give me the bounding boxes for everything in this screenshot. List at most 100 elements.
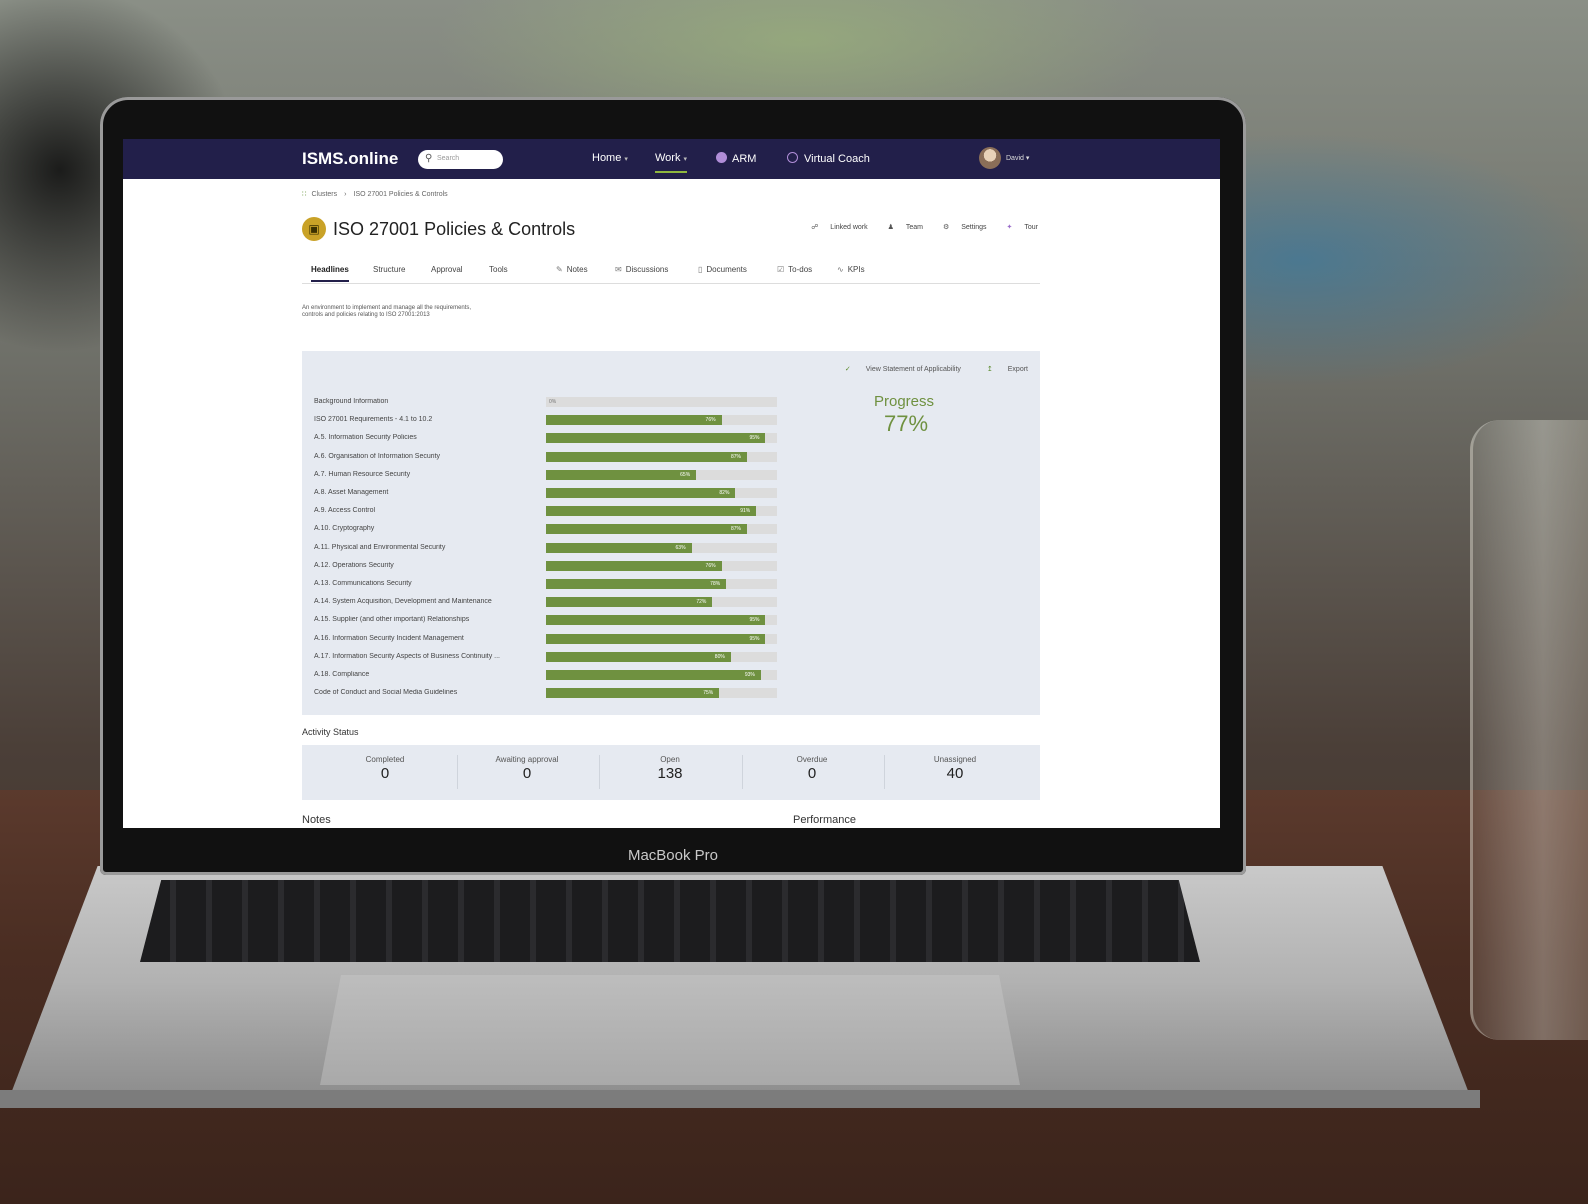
tour-link[interactable]: ✦ Tour bbox=[998, 224, 1039, 231]
progress-bar-track: 82% bbox=[546, 488, 777, 498]
linked-work-label: Linked work bbox=[830, 224, 868, 231]
notes-heading: Notes bbox=[302, 814, 331, 826]
stat-value: 138 bbox=[657, 765, 683, 782]
progress-bar-value: 80% bbox=[714, 653, 725, 660]
stat-label: Completed bbox=[365, 755, 405, 764]
export-icon: ↥ bbox=[986, 366, 993, 373]
stat-overdue[interactable]: Overdue 0 bbox=[741, 755, 883, 782]
progress-bar-track: 93% bbox=[546, 670, 777, 680]
user-menu[interactable]: David ▾ bbox=[1006, 154, 1029, 162]
stat-value: 40 bbox=[946, 765, 964, 782]
progress-bar-track: 78% bbox=[546, 579, 777, 589]
progress-row-label[interactable]: A.6. Organisation of Information Securit… bbox=[314, 453, 542, 460]
search-input[interactable]: ⚲ Search bbox=[418, 150, 503, 169]
progress-bar-fill bbox=[546, 415, 722, 426]
progress-bar-value: 76% bbox=[705, 562, 716, 569]
app-screen: ISMS.online ⚲ Search Home ▾ Work ▾ ARM Vir… bbox=[123, 139, 1220, 828]
export-link[interactable]: ↥ Export bbox=[975, 366, 1028, 373]
progress-bar-value: 65% bbox=[680, 471, 691, 478]
breadcrumb-separator: › bbox=[344, 191, 347, 198]
progress-bar-value: 91% bbox=[740, 508, 751, 515]
laptop-front-edge bbox=[0, 1090, 1480, 1108]
progress-bar-track: 95% bbox=[546, 633, 777, 644]
tab-todos-label: To-dos bbox=[788, 265, 813, 274]
tab-notes[interactable]: ✎ Notes bbox=[556, 265, 588, 274]
panel-links: ✓ View Statement of Applicability ↥ Export bbox=[821, 365, 1028, 373]
page-title: ISO 27001 Policies & Controls bbox=[333, 219, 576, 239]
nav-arm[interactable]: ARM bbox=[716, 152, 756, 165]
stat-open[interactable]: Open 138 bbox=[599, 755, 741, 782]
tab-headlines[interactable]: Headlines bbox=[311, 265, 349, 282]
progress-row-label[interactable]: ISO 27001 Requirements - 4.1 to 10.2 bbox=[314, 416, 542, 423]
progress-row-label[interactable]: A.17. Information Security Aspects of Bu… bbox=[314, 653, 542, 660]
stat-label: Open bbox=[660, 755, 680, 764]
linked-work-link[interactable]: ☍ Linked work bbox=[802, 224, 867, 231]
view-soa-link[interactable]: ✓ View Statement of Applicability bbox=[833, 366, 961, 373]
progress-row-label[interactable]: Background Information bbox=[314, 398, 542, 405]
nav-home[interactable]: Home ▾ bbox=[592, 152, 628, 164]
tab-structure[interactable]: Structure bbox=[373, 265, 405, 274]
performance-heading: Performance bbox=[793, 814, 856, 826]
progress-panel: ✓ View Statement of Applicability ↥ Export… bbox=[302, 351, 1040, 715]
tab-documents[interactable]: ▯ Documents bbox=[698, 265, 747, 274]
tab-bar: Headlines Structure Approval Tools ✎ Note… bbox=[302, 259, 1040, 284]
progress-bar-fill bbox=[546, 597, 713, 608]
progress-bar-fill bbox=[546, 524, 747, 535]
team-label: Team bbox=[905, 224, 924, 231]
checklist-icon: ☑ bbox=[777, 265, 785, 274]
app-logo[interactable]: ISMS.online bbox=[302, 149, 398, 169]
progress-row-label[interactable]: A.16. Information Security Incident Mana… bbox=[314, 635, 542, 642]
nav-work-label: Work bbox=[655, 152, 681, 164]
team-link[interactable]: ♟ Team bbox=[879, 224, 923, 231]
tab-kpis[interactable]: ∿ KPIs bbox=[837, 265, 865, 274]
progress-bar-track: 91% bbox=[546, 506, 777, 517]
progress-bar-track: 63% bbox=[546, 542, 777, 553]
chart-icon: ∿ bbox=[837, 265, 844, 274]
search-placeholder: Search bbox=[437, 155, 460, 162]
stat-completed[interactable]: Completed 0 bbox=[314, 755, 456, 782]
progress-bar-fill bbox=[546, 670, 761, 680]
progress-bar-value: 95% bbox=[749, 635, 760, 642]
tab-discussions[interactable]: ✉ Discussions bbox=[615, 265, 668, 274]
stat-unassigned[interactable]: Unassigned 40 bbox=[884, 755, 1026, 782]
breadcrumb: ∷ Clusters › ISO 27001 Policies & Controls bbox=[302, 190, 448, 198]
progress-bar-track: 0% bbox=[546, 397, 777, 407]
progress-bar-value: 87% bbox=[730, 526, 741, 533]
progress-row-label[interactable]: A.12. Operations Security bbox=[314, 562, 542, 569]
progress-bar-value: 82% bbox=[719, 490, 730, 496]
progress-row-label[interactable]: A.13. Communications Security bbox=[314, 580, 542, 587]
stat-label: Overdue bbox=[796, 755, 828, 764]
stat-label: Unassigned bbox=[933, 755, 977, 764]
tab-todos[interactable]: ☑ To-dos bbox=[777, 265, 812, 274]
tab-tools[interactable]: Tools bbox=[489, 265, 508, 274]
breadcrumb-root[interactable]: Clusters bbox=[311, 191, 337, 198]
progress-row-label[interactable]: A.5. Information Security Policies bbox=[314, 434, 542, 441]
progress-row-label[interactable]: A.8. Asset Management bbox=[314, 489, 542, 496]
progress-row-label[interactable]: A.11. Physical and Environmental Securit… bbox=[314, 544, 542, 551]
progress-row-label[interactable]: A.10. Cryptography bbox=[314, 525, 542, 532]
arm-icon bbox=[716, 152, 727, 163]
nav-virtual-coach[interactable]: Virtual Coach bbox=[787, 152, 870, 165]
nav-work[interactable]: Work ▾ bbox=[655, 152, 687, 173]
avatar[interactable] bbox=[979, 147, 1001, 169]
progress-row-label[interactable]: A.14. System Acquisition, Development an… bbox=[314, 598, 542, 605]
settings-link[interactable]: ⚙ Settings bbox=[934, 224, 987, 231]
progress-row-label[interactable]: A.7. Human Resource Security bbox=[314, 471, 542, 478]
progress-row-label[interactable]: Code of Conduct and Social Media Guideli… bbox=[314, 689, 542, 696]
page-description: An environment to implement and manage a… bbox=[302, 305, 472, 318]
title-actions: ☍ Linked work ♟ Team ⚙ Settings ✦ Tour bbox=[793, 223, 1038, 231]
progress-row-label[interactable]: A.9. Access Control bbox=[314, 507, 542, 514]
progress-bar-value: 93% bbox=[744, 672, 755, 678]
stat-awaiting-approval[interactable]: Awaiting approval 0 bbox=[456, 755, 598, 782]
progress-row-label[interactable]: A.18. Compliance bbox=[314, 671, 542, 678]
tab-approval[interactable]: Approval bbox=[431, 265, 463, 274]
clusters-icon: ∷ bbox=[302, 191, 307, 198]
progress-bar-track: 76% bbox=[546, 560, 777, 571]
progress-bar-fill bbox=[546, 615, 766, 626]
progress-bar-value: 95% bbox=[749, 617, 760, 624]
coach-icon bbox=[787, 152, 798, 163]
progress-row-label[interactable]: A.15. Supplier (and other important) Rel… bbox=[314, 616, 542, 623]
progress-bar-track: 65% bbox=[546, 469, 777, 480]
stat-value: 0 bbox=[807, 765, 817, 782]
progress-value: 77% bbox=[884, 411, 929, 436]
